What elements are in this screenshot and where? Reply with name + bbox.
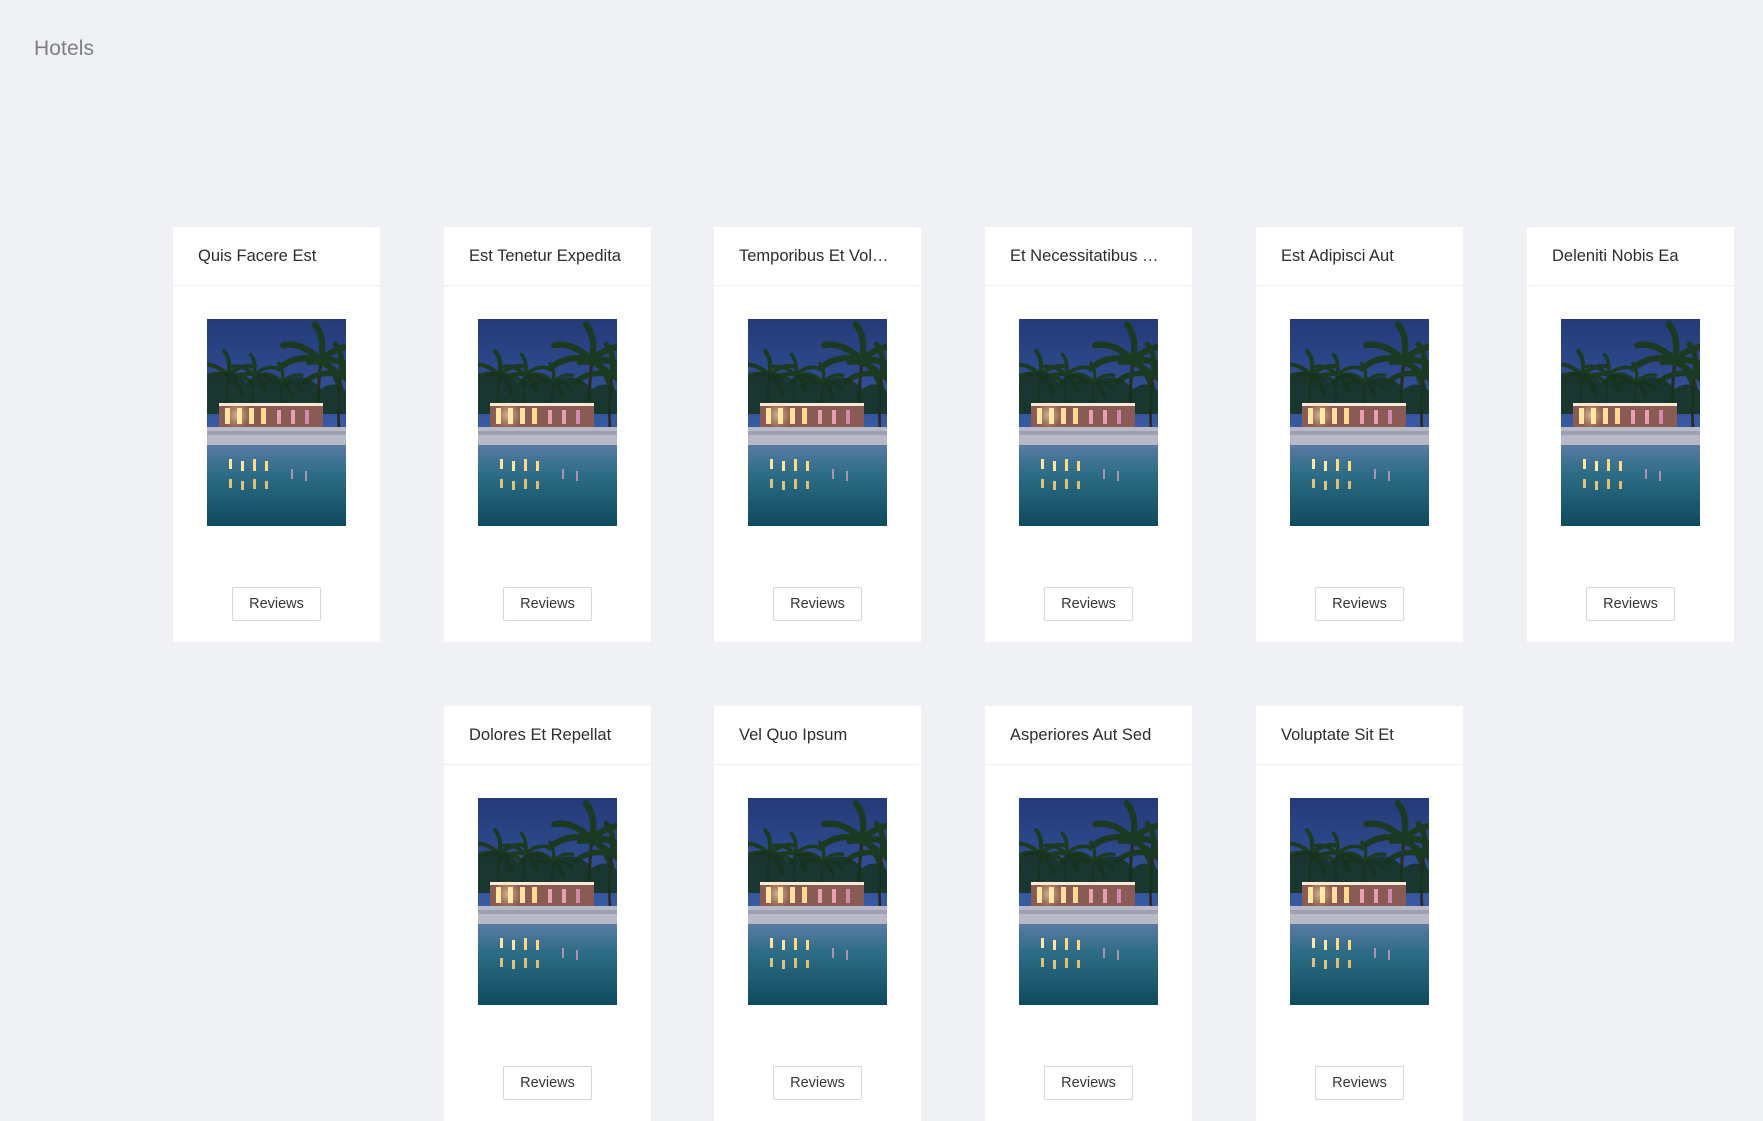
hotel-photo-icon (748, 319, 887, 526)
hotel-name: Et Necessitatibus … (1010, 247, 1159, 265)
hotel-card: Quis Facere Est Reviews (173, 227, 380, 642)
hotel-photo-icon (478, 319, 617, 526)
hotel-grid: Quis Facere Est Reviews Est Tenetur Expe… (0, 0, 1763, 1121)
hotel-name: Vel Quo Ipsum (739, 726, 848, 744)
reviews-button[interactable]: Reviews (1044, 587, 1133, 621)
card-header: Est Tenetur Expedita (444, 227, 651, 286)
hotel-card: Voluptate Sit Et Reviews (1256, 706, 1463, 1121)
reviews-button[interactable]: Reviews (773, 587, 862, 621)
reviews-button[interactable]: Reviews (232, 587, 321, 621)
reviews-button[interactable]: Reviews (1315, 587, 1404, 621)
hotel-name: Quis Facere Est (198, 247, 317, 265)
card-header: Voluptate Sit Et (1256, 706, 1463, 765)
hotel-photo-icon (1561, 319, 1700, 526)
card-header: Temporibus Et Vol… (714, 227, 921, 286)
hotel-photo-icon (1019, 319, 1158, 526)
card-header: Deleniti Nobis Ea (1527, 227, 1734, 286)
hotel-card: Est Tenetur Expedita Reviews (444, 227, 651, 642)
hotel-photo-icon (207, 319, 346, 526)
hotel-name: Asperiores Aut Sed (1010, 726, 1152, 744)
hotel-name: Deleniti Nobis Ea (1552, 247, 1679, 265)
reviews-button[interactable]: Reviews (503, 587, 592, 621)
hotel-card: Est Adipisci Aut Reviews (1256, 227, 1463, 642)
card-header: Est Adipisci Aut (1256, 227, 1463, 286)
hotel-name: Est Tenetur Expedita (469, 247, 621, 265)
hotel-name: Dolores Et Repellat (469, 726, 612, 744)
reviews-button[interactable]: Reviews (1586, 587, 1675, 621)
hotel-photo-icon (1019, 798, 1158, 1005)
hotel-name: Voluptate Sit Et (1281, 726, 1394, 744)
hotel-name: Temporibus Et Vol… (739, 247, 889, 265)
reviews-button[interactable]: Reviews (1044, 1066, 1133, 1100)
hotel-card: Asperiores Aut Sed Reviews (985, 706, 1192, 1121)
reviews-button[interactable]: Reviews (773, 1066, 862, 1100)
hotel-photo-icon (748, 798, 887, 1005)
reviews-button[interactable]: Reviews (1315, 1066, 1404, 1100)
card-header: Dolores Et Repellat (444, 706, 651, 765)
hotel-photo-icon (1290, 798, 1429, 1005)
hotel-photo-icon (1290, 319, 1429, 526)
hotel-card: Et Necessitatibus … Reviews (985, 227, 1192, 642)
card-header: Et Necessitatibus … (985, 227, 1192, 286)
card-header: Vel Quo Ipsum (714, 706, 921, 765)
reviews-button[interactable]: Reviews (503, 1066, 592, 1100)
card-header: Quis Facere Est (173, 227, 380, 286)
hotel-card: Deleniti Nobis Ea Reviews (1527, 227, 1734, 642)
hotel-card: Dolores Et Repellat Reviews (444, 706, 651, 1121)
hotel-card: Vel Quo Ipsum Reviews (714, 706, 921, 1121)
hotel-photo-icon (478, 798, 617, 1005)
hotel-name: Est Adipisci Aut (1281, 247, 1394, 265)
hotel-card: Temporibus Et Vol… Reviews (714, 227, 921, 642)
card-header: Asperiores Aut Sed (985, 706, 1192, 765)
